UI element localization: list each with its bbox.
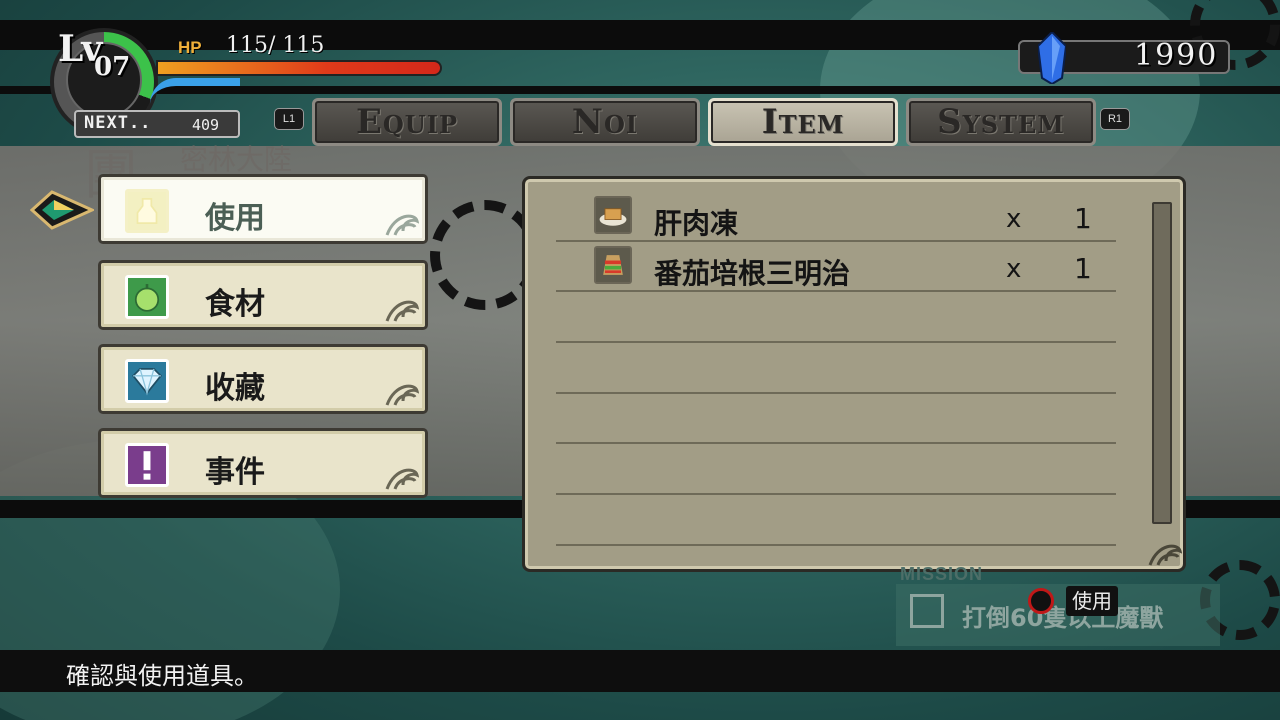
level-number: 07 [94, 52, 131, 82]
item-name: 番茄培根三明治 [654, 257, 851, 290]
row-divider [556, 392, 1116, 394]
apple-icon [125, 275, 169, 319]
item-quantity: 1 [1074, 202, 1092, 235]
item-name: 肝肉凍 [654, 207, 739, 240]
next-exp-label: NEXT.. [84, 113, 152, 133]
tab-label: Item [761, 102, 845, 142]
crystal-icon [1038, 32, 1066, 84]
curl-ornament-icon [385, 384, 419, 406]
list-scrollbar[interactable] [1152, 202, 1172, 524]
hp-value: 115/ 115 [226, 33, 325, 58]
hp-bar-fill [158, 62, 440, 74]
potion-icon [125, 189, 169, 233]
exclamation-icon [125, 443, 169, 487]
row-divider [556, 493, 1116, 495]
curl-ornament-icon [1148, 544, 1182, 566]
currency-value: 1990 [1134, 38, 1219, 73]
row-divider [556, 544, 1116, 546]
row-divider [556, 442, 1116, 444]
tab-label: Equip [355, 102, 459, 142]
category-event[interactable]: 事件 [98, 428, 428, 498]
hp-label: HP [178, 38, 202, 57]
category-label: 事件 [205, 455, 265, 490]
food-icon [594, 196, 632, 234]
row-divider [556, 341, 1116, 343]
area-name: 密林大陸 [180, 143, 293, 176]
item-quantity: 1 [1074, 252, 1092, 285]
item-list-panel [522, 176, 1186, 572]
mp-arc [150, 78, 240, 104]
curl-ornament-icon [385, 300, 419, 322]
tab-label: System [937, 102, 1065, 142]
next-exp-value: 409 [192, 116, 220, 134]
category-ingredients[interactable]: 食材 [98, 260, 428, 330]
category-label: 使用 [205, 201, 265, 236]
row-divider [556, 240, 1116, 242]
circle-button-icon [1028, 588, 1054, 614]
tab-item[interactable]: Item [708, 98, 898, 146]
item-multiplier: x [1006, 254, 1022, 284]
mission-text: 打倒60隻以上魔獸 [962, 604, 1164, 632]
item-multiplier: x [1006, 204, 1022, 234]
mission-tag: MISSION [900, 564, 984, 584]
selection-cursor-icon [30, 190, 94, 230]
category-label: 收藏 [205, 371, 265, 406]
category-collection[interactable]: 收藏 [98, 344, 428, 414]
tab-equip[interactable]: Equip [312, 98, 502, 146]
curl-ornament-icon [385, 214, 419, 236]
row-divider [556, 290, 1116, 292]
curl-ornament-icon [385, 468, 419, 490]
confirm-button-label[interactable]: 使用 [1066, 586, 1118, 616]
tab-noi[interactable]: Noi [510, 98, 700, 146]
category-use[interactable]: 使用 [98, 174, 428, 244]
tab-label: Noi [571, 102, 639, 142]
diamond-icon [125, 359, 169, 403]
r1-shoulder-button[interactable]: R1 [1100, 108, 1130, 130]
hint-text: 確認與使用道具。 [66, 662, 258, 690]
tab-system[interactable]: System [906, 98, 1096, 146]
l1-shoulder-button[interactable]: L1 [274, 108, 304, 130]
category-label: 食材 [205, 287, 265, 322]
sandwich-icon [594, 246, 632, 284]
checkbox-icon [910, 594, 944, 628]
